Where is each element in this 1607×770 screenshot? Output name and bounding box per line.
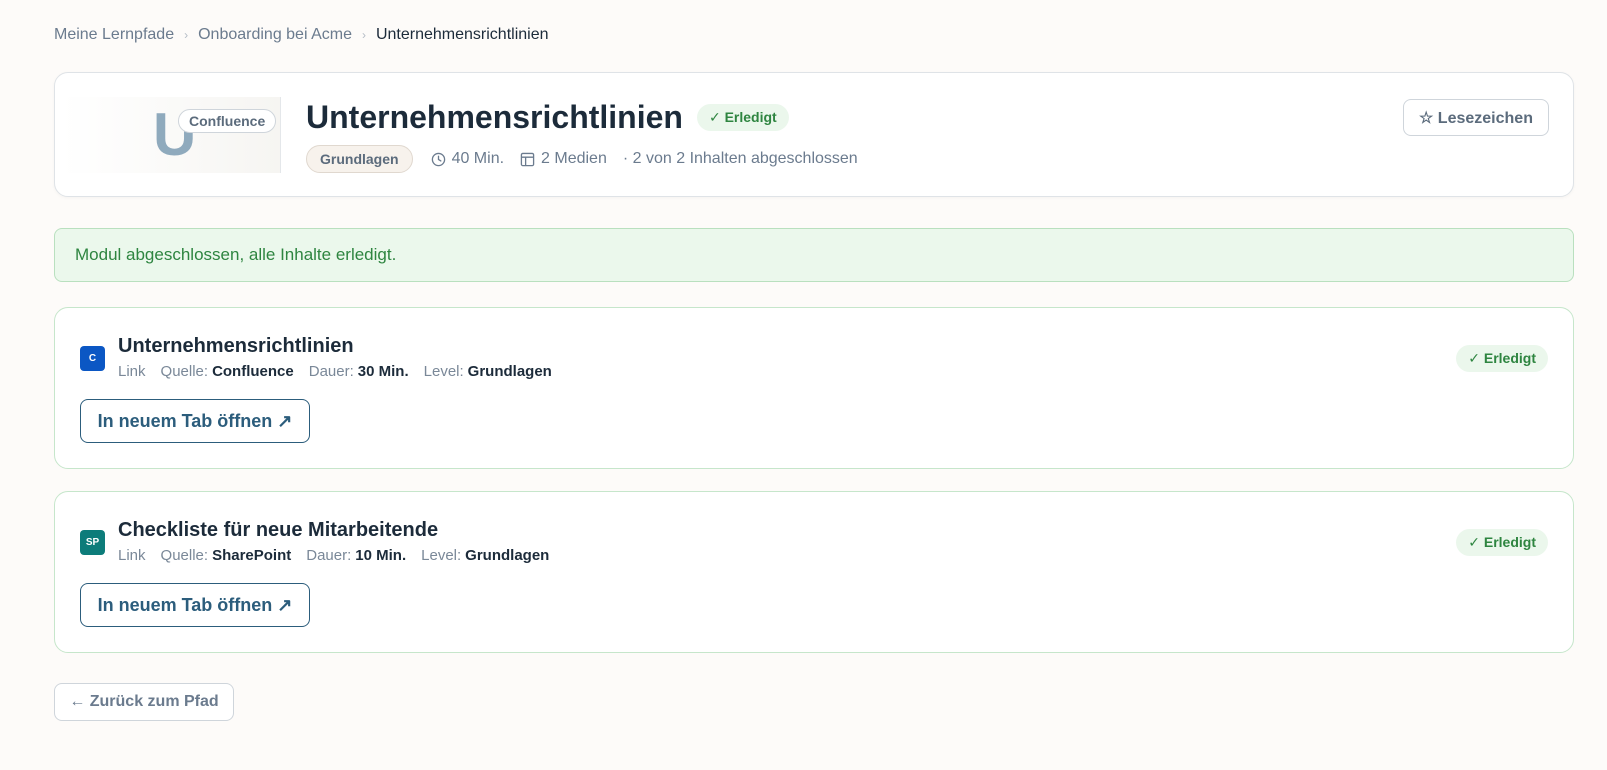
content-item-title: Unternehmensrichtlinien (118, 335, 354, 357)
status-badge: ✓ Erledigt (1456, 529, 1548, 556)
level-value: Grundlagen (467, 363, 552, 380)
breadcrumb-item-onboarding[interactable]: Onboarding bei Acme (198, 26, 352, 44)
completion-message: Modul abgeschlossen, alle Inhalte erledi… (75, 245, 397, 264)
source-label: Quelle: (160, 547, 209, 564)
layout-icon (520, 152, 535, 166)
confluence-icon: C (80, 346, 105, 371)
duration-label: Dauer: (306, 547, 352, 564)
open-in-new-tab-button[interactable]: In neuem Tab öffnen ↗ (80, 583, 310, 627)
level-badge: Grundlagen (306, 145, 413, 173)
breadcrumb: Meine Lernpfade › Onboarding bei Acme › … (54, 26, 549, 44)
level-label: Level: (421, 547, 462, 564)
completion-banner: Modul abgeschlossen, alle Inhalte erledi… (54, 228, 1574, 282)
progress-text: · 2 von 2 Inhalten abgeschlossen (622, 150, 858, 167)
clock-icon (431, 152, 445, 166)
source-label: Quelle: (160, 363, 209, 380)
back-to-path-button[interactable]: ← Zurück zum Pfad (54, 683, 234, 721)
thumbnail-source-badge: Confluence (178, 109, 277, 133)
type-value: Link (118, 547, 146, 564)
duration-text: 40 Min. (451, 150, 505, 167)
content-item: SP Checkliste für neue Mitarbeitende Lin… (54, 491, 1574, 653)
module-thumbnail: U Confluence (61, 97, 281, 173)
duration-value: 10 Min. (355, 547, 407, 564)
page-title: Unternehmensrichtlinien (306, 99, 683, 135)
module-title-row: Unternehmensrichtlinien ✓ Erledigt (306, 99, 789, 136)
module-meta: Grundlagen 40 Min. 2 Medien · 2 von 2 In… (306, 145, 858, 173)
source-value: Confluence (212, 363, 294, 380)
breadcrumb-separator: › (184, 28, 189, 42)
duration-label: Dauer: (308, 363, 354, 380)
content-item-meta: Link Quelle: Confluence Dauer: 30 Min. L… (118, 363, 552, 380)
bookmark-button[interactable]: ☆ Lesezeichen (1403, 99, 1549, 136)
media-meta: 2 Medien (520, 150, 607, 168)
content-item: C Unternehmensrichtlinien Link Quelle: C… (54, 307, 1574, 469)
module-header-card: U Confluence Unternehmensrichtlinien ✓ E… (54, 72, 1574, 197)
status-badge: ✓ Erledigt (696, 104, 789, 131)
content-item-meta: Link Quelle: SharePoint Dauer: 10 Min. L… (118, 547, 549, 564)
level-value: Grundlagen (465, 547, 550, 564)
status-badge: ✓ Erledigt (1456, 345, 1548, 372)
breadcrumb-current: Unternehmensrichtlinien (375, 26, 549, 43)
source-value: SharePoint (212, 547, 292, 564)
level-label: Level: (423, 363, 464, 380)
breadcrumb-item-lernpfade[interactable]: Meine Lernpfade (54, 26, 174, 44)
sharepoint-icon: SP (80, 530, 105, 555)
duration-value: 30 Min. (357, 363, 409, 380)
content-item-title: Checkliste für neue Mitarbeitende (118, 519, 439, 541)
duration-meta: 40 Min. (431, 150, 504, 168)
type-value: Link (118, 363, 146, 380)
media-text: 2 Medien (541, 150, 607, 167)
open-in-new-tab-button[interactable]: In neuem Tab öffnen ↗ (80, 399, 310, 443)
breadcrumb-separator: › (361, 28, 366, 42)
